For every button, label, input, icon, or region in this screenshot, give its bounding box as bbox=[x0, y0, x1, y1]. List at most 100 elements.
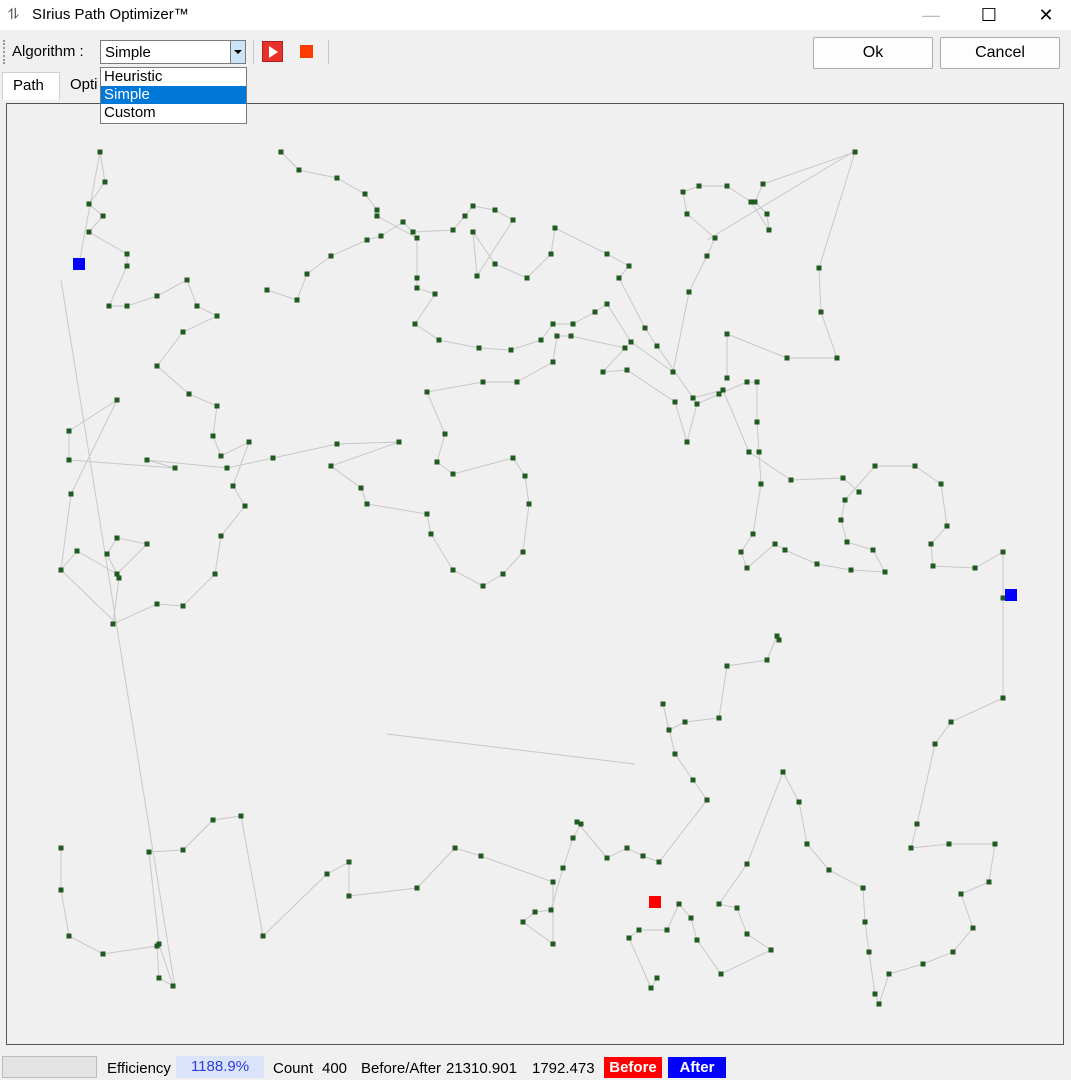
path-node bbox=[514, 379, 520, 385]
path-node bbox=[908, 845, 914, 851]
minimize-icon[interactable]: — bbox=[906, 0, 956, 30]
path-node bbox=[184, 277, 190, 283]
path-node bbox=[260, 933, 266, 939]
maximize-icon[interactable]: ☐ bbox=[964, 0, 1014, 30]
path-node bbox=[400, 219, 406, 225]
path-node bbox=[690, 777, 696, 783]
chevron-down-icon[interactable] bbox=[230, 41, 245, 63]
path-segment bbox=[60, 279, 176, 989]
path-node bbox=[574, 819, 580, 825]
path-node bbox=[744, 565, 750, 571]
path-node bbox=[180, 329, 186, 335]
end-marker bbox=[649, 896, 661, 908]
algorithm-select[interactable]: Simple bbox=[100, 40, 246, 64]
path-node bbox=[364, 237, 370, 243]
path-node bbox=[154, 363, 160, 369]
path-node bbox=[958, 891, 964, 897]
path-node bbox=[622, 345, 628, 351]
path-node bbox=[624, 367, 630, 373]
path-node bbox=[720, 387, 726, 393]
path-node bbox=[520, 549, 526, 555]
path-node bbox=[568, 333, 574, 339]
path-node bbox=[882, 569, 888, 575]
path-node bbox=[992, 841, 998, 847]
path-node bbox=[626, 263, 632, 269]
algorithm-select-value: Simple bbox=[105, 44, 151, 61]
path-node bbox=[744, 379, 750, 385]
path-node bbox=[946, 841, 952, 847]
path-node bbox=[58, 845, 64, 851]
toolbar-separator bbox=[328, 40, 329, 64]
path-node bbox=[636, 927, 642, 933]
path-node bbox=[66, 933, 72, 939]
path-node bbox=[718, 971, 724, 977]
path-node bbox=[932, 741, 938, 747]
path-node bbox=[104, 551, 110, 557]
path-node bbox=[818, 309, 824, 315]
path-node bbox=[100, 951, 106, 957]
path-node bbox=[510, 455, 516, 461]
path-node bbox=[842, 497, 848, 503]
cancel-button[interactable]: Cancel bbox=[940, 37, 1060, 69]
toolbar-grip[interactable] bbox=[3, 40, 7, 64]
path-node bbox=[754, 379, 760, 385]
before-toggle-button[interactable]: Before bbox=[604, 1057, 662, 1078]
path-node bbox=[764, 657, 770, 663]
ok-button[interactable]: Ok bbox=[813, 37, 933, 69]
path-node bbox=[548, 907, 554, 913]
path-node bbox=[294, 297, 300, 303]
path-node bbox=[246, 439, 252, 445]
path-segment bbox=[386, 733, 636, 765]
path-node bbox=[442, 431, 448, 437]
path-node bbox=[844, 539, 850, 545]
path-node bbox=[526, 501, 532, 507]
path-node bbox=[766, 227, 772, 233]
path-node bbox=[642, 325, 648, 331]
path-node bbox=[414, 235, 420, 241]
path-node bbox=[866, 949, 872, 955]
start-marker bbox=[73, 258, 85, 270]
stop-button[interactable] bbox=[300, 45, 313, 58]
path-node bbox=[656, 859, 662, 865]
path-node bbox=[124, 251, 130, 257]
dropdown-option-simple[interactable]: Simple bbox=[101, 86, 246, 104]
path-node bbox=[156, 975, 162, 981]
path-node bbox=[752, 199, 758, 205]
path-node bbox=[764, 211, 770, 217]
path-node bbox=[840, 475, 846, 481]
dropdown-option-custom[interactable]: Custom bbox=[101, 104, 246, 122]
path-node bbox=[470, 203, 476, 209]
path-node bbox=[654, 343, 660, 349]
toolbar-separator bbox=[253, 40, 254, 64]
path-node bbox=[538, 337, 544, 343]
tab-path[interactable]: Path bbox=[2, 72, 60, 100]
path-node bbox=[684, 439, 690, 445]
path-node bbox=[672, 399, 678, 405]
path-node bbox=[346, 859, 352, 865]
after-toggle-button[interactable]: After bbox=[668, 1057, 726, 1078]
path-node bbox=[74, 548, 80, 554]
close-icon[interactable]: ✕ bbox=[1021, 0, 1071, 30]
path-node bbox=[680, 189, 686, 195]
path-node bbox=[684, 211, 690, 217]
path-node bbox=[860, 885, 866, 891]
path-node bbox=[734, 905, 740, 911]
path-node bbox=[760, 181, 766, 187]
efficiency-label: Efficiency bbox=[107, 1060, 171, 1077]
path-node bbox=[278, 149, 284, 155]
path-node bbox=[666, 727, 672, 733]
path-node bbox=[434, 459, 440, 465]
path-node bbox=[378, 233, 384, 239]
path-node bbox=[218, 533, 224, 539]
dropdown-option-heuristic[interactable]: Heuristic bbox=[101, 68, 246, 86]
path-node bbox=[508, 347, 514, 353]
path-node bbox=[928, 541, 934, 547]
path-node bbox=[524, 275, 530, 281]
path-node bbox=[224, 465, 230, 471]
path-node bbox=[872, 991, 878, 997]
path-node bbox=[358, 485, 364, 491]
play-button[interactable] bbox=[262, 41, 283, 62]
path-node bbox=[600, 369, 606, 375]
path-node bbox=[522, 473, 528, 479]
path-canvas[interactable] bbox=[6, 103, 1064, 1045]
